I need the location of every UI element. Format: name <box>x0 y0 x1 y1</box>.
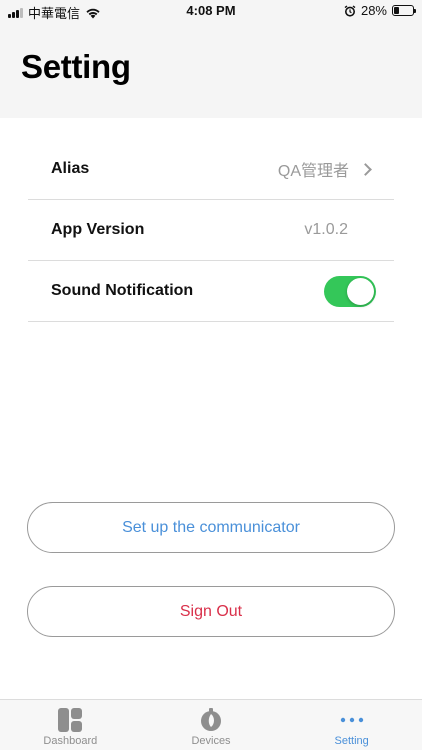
tab-devices[interactable]: Devices <box>141 700 282 750</box>
app-version-value: v1.0.2 <box>304 221 348 238</box>
sign-out-button[interactable]: Sign Out <box>27 586 395 637</box>
devices-icon <box>199 708 223 732</box>
alias-label: Alias <box>51 160 90 177</box>
battery-percent: 28% <box>360 3 387 18</box>
alarm-icon <box>344 4 356 17</box>
settings-list: Alias QA管理者 App Version v1.0.2 Sound Not… <box>28 139 394 322</box>
status-bar: 中華電信 4:08 PM 28% <box>0 0 422 22</box>
tab-setting-label: Setting <box>334 735 369 747</box>
alias-row[interactable]: Alias QA管理者 <box>28 139 394 200</box>
alias-value: QA管理者 <box>277 163 349 180</box>
battery-icon <box>392 5 416 16</box>
alias-value-group: QA管理者 <box>278 157 376 181</box>
app-version-label: App Version <box>51 221 145 238</box>
sound-notification-row: Sound Notification <box>28 261 394 322</box>
app-version-row: App Version v1.0.2 <box>28 200 394 261</box>
tab-setting[interactable]: Setting <box>281 700 422 750</box>
setup-communicator-button[interactable]: Set up the communicator <box>27 502 395 553</box>
tab-bar: Dashboard Devices Setting <box>0 699 422 750</box>
chevron-right-icon <box>359 162 372 176</box>
tab-devices-label: Devices <box>191 735 231 747</box>
sound-notification-toggle[interactable] <box>324 275 376 307</box>
status-right: 28% <box>344 3 416 18</box>
tab-dashboard-label: Dashboard <box>43 735 98 747</box>
dashboard-icon <box>57 708 83 732</box>
page-title: Setting <box>21 48 131 85</box>
tab-dashboard[interactable]: Dashboard <box>0 700 141 750</box>
more-dots-icon <box>340 708 364 732</box>
toggle-knob <box>347 277 374 305</box>
sound-notification-label: Sound Notification <box>51 282 194 299</box>
